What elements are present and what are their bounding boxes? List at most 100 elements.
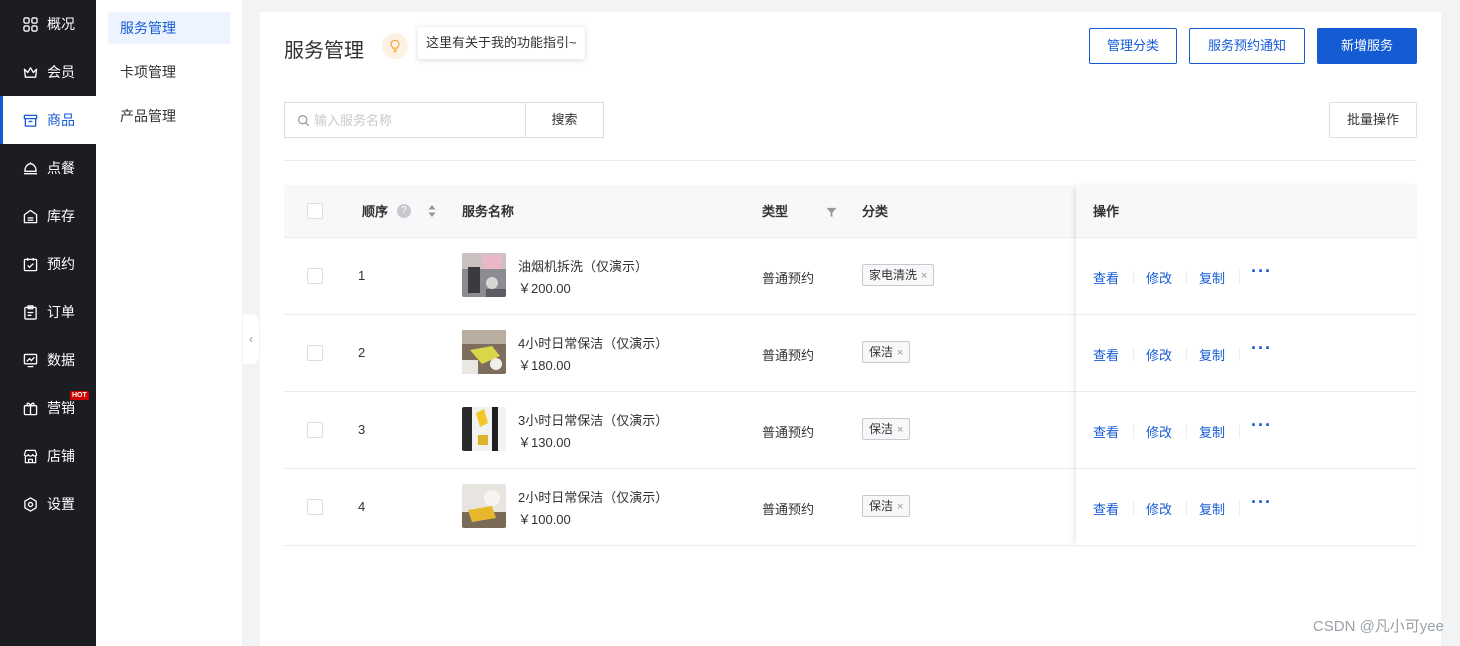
- service-type: 普通预约: [762, 425, 815, 440]
- nav-item-settings[interactable]: 设置: [0, 480, 96, 528]
- service-price: ￥130.00: [518, 435, 571, 450]
- settings-icon: [22, 496, 38, 512]
- category-tag: 保洁 ×: [862, 418, 911, 440]
- search-bar: 搜索: [284, 102, 604, 138]
- copy-link[interactable]: 复制: [1199, 268, 1225, 287]
- store-icon: [22, 112, 38, 128]
- separator: [1239, 424, 1240, 438]
- separator: [1186, 424, 1187, 438]
- remove-tag-icon[interactable]: ×: [897, 347, 903, 359]
- row-checkbox[interactable]: [307, 499, 323, 515]
- nav-item-member[interactable]: 会员: [0, 48, 96, 96]
- view-link[interactable]: 查看: [1093, 499, 1119, 518]
- category-tag: 保洁 ×: [862, 495, 911, 517]
- separator: [1133, 270, 1134, 284]
- copy-link[interactable]: 复制: [1199, 345, 1225, 364]
- row-checkbox[interactable]: [307, 268, 323, 284]
- view-link[interactable]: 查看: [1093, 422, 1119, 441]
- nav-item-ordering[interactable]: 点餐: [0, 144, 96, 192]
- view-link[interactable]: 查看: [1093, 345, 1119, 364]
- more-icon[interactable]: ···: [1251, 493, 1272, 511]
- remove-tag-icon[interactable]: ×: [897, 424, 903, 436]
- separator: [1239, 270, 1240, 284]
- filter-icon[interactable]: [826, 206, 837, 221]
- search-input[interactable]: [314, 112, 514, 128]
- edit-link[interactable]: 修改: [1146, 422, 1172, 441]
- row-order: 4: [358, 499, 366, 514]
- more-icon[interactable]: ···: [1251, 339, 1272, 357]
- chart-monitor-icon: [22, 352, 38, 368]
- edit-link[interactable]: 修改: [1146, 345, 1172, 364]
- batch-operation-button[interactable]: 批量操作: [1329, 102, 1417, 138]
- row-checkbox[interactable]: [307, 422, 323, 438]
- clipboard-icon: [22, 304, 38, 320]
- calendar-check-icon: [22, 256, 38, 272]
- view-link[interactable]: 查看: [1093, 268, 1119, 287]
- row-order: 2: [358, 345, 366, 360]
- service-price: ￥180.00: [518, 358, 571, 373]
- subnav-item-card[interactable]: 卡项管理: [108, 56, 230, 88]
- column-name: 服务名称: [462, 204, 515, 219]
- separator: [1133, 501, 1134, 515]
- nav-item-shop[interactable]: 店铺: [0, 432, 96, 480]
- column-type: 类型: [762, 204, 789, 219]
- separator: [1186, 270, 1187, 284]
- nav-item-booking[interactable]: 预约: [0, 240, 96, 288]
- select-all-checkbox[interactable]: [307, 203, 323, 219]
- nav-item-goods[interactable]: 商品: [0, 96, 96, 144]
- search-box: [284, 102, 525, 138]
- add-service-button[interactable]: 新增服务: [1317, 28, 1417, 64]
- edit-link[interactable]: 修改: [1146, 268, 1172, 287]
- service-price: ￥100.00: [518, 512, 571, 527]
- table-row: 4 2小时日常保洁（仅演示） ￥100.00 普通预约 保洁 × 查看 修改 复制…: [284, 469, 1417, 546]
- nav-label: 概况: [47, 16, 75, 32]
- service-type: 普通预约: [762, 502, 815, 517]
- collapse-sidebar-button[interactable]: ‹: [243, 314, 259, 364]
- sort-icon[interactable]: [428, 204, 436, 221]
- marketing-icon: [22, 400, 38, 416]
- more-icon[interactable]: ···: [1251, 262, 1272, 280]
- inventory-icon: [22, 208, 38, 224]
- hot-badge: HOT: [70, 391, 89, 400]
- lightbulb-icon[interactable]: [382, 33, 408, 59]
- nav-label: 商品: [47, 112, 75, 128]
- search-icon: [298, 114, 310, 126]
- nav-item-data[interactable]: 数据: [0, 336, 96, 384]
- primary-nav: 概况 会员 商品 点餐 库存 预约 订单 数据 营销 HOT 店铺 设置: [0, 0, 96, 646]
- nav-item-orders[interactable]: 订单: [0, 288, 96, 336]
- copy-link[interactable]: 复制: [1199, 499, 1225, 518]
- table-row: 2 4小时日常保洁（仅演示） ￥180.00 普通预约 保洁 × 查看 修改 复制…: [284, 315, 1417, 392]
- nav-label: 设置: [47, 496, 75, 512]
- nav-item-marketing[interactable]: 营销 HOT: [0, 384, 96, 432]
- subnav-item-product[interactable]: 产品管理: [108, 100, 230, 132]
- copy-link[interactable]: 复制: [1199, 422, 1225, 441]
- edit-link[interactable]: 修改: [1146, 499, 1172, 518]
- column-category: 分类: [862, 204, 889, 219]
- booking-notice-button[interactable]: 服务预约通知: [1189, 28, 1305, 64]
- guide-tooltip: 这里有关于我的功能指引~: [418, 27, 585, 59]
- remove-tag-icon[interactable]: ×: [897, 501, 903, 513]
- separator: [1186, 501, 1187, 515]
- remove-tag-icon[interactable]: ×: [921, 270, 927, 282]
- secondary-nav: 服务管理 卡项管理 产品管理: [96, 0, 242, 646]
- service-thumbnail: [462, 407, 506, 451]
- nav-label: 店铺: [47, 448, 75, 464]
- nav-label: 营销: [47, 400, 75, 416]
- row-checkbox[interactable]: [307, 345, 323, 361]
- crown-icon: [22, 64, 38, 80]
- search-button[interactable]: 搜索: [525, 102, 604, 138]
- subnav-item-service[interactable]: 服务管理: [108, 12, 230, 44]
- shop-icon: [22, 448, 38, 464]
- nav-item-overview[interactable]: 概况: [0, 0, 96, 48]
- help-icon[interactable]: ?: [397, 204, 411, 218]
- separator: [1239, 501, 1240, 515]
- more-icon[interactable]: ···: [1251, 416, 1272, 434]
- manage-category-button[interactable]: 管理分类: [1089, 28, 1177, 64]
- separator: [1239, 347, 1240, 361]
- row-order: 3: [358, 422, 366, 437]
- nav-item-inventory[interactable]: 库存: [0, 192, 96, 240]
- service-name: 3小时日常保洁（仅演示）: [518, 413, 669, 428]
- page-title: 服务管理: [284, 40, 364, 62]
- table-header: 顺序 ? 服务名称 类型 分类 操作: [284, 185, 1417, 238]
- separator: [1133, 347, 1134, 361]
